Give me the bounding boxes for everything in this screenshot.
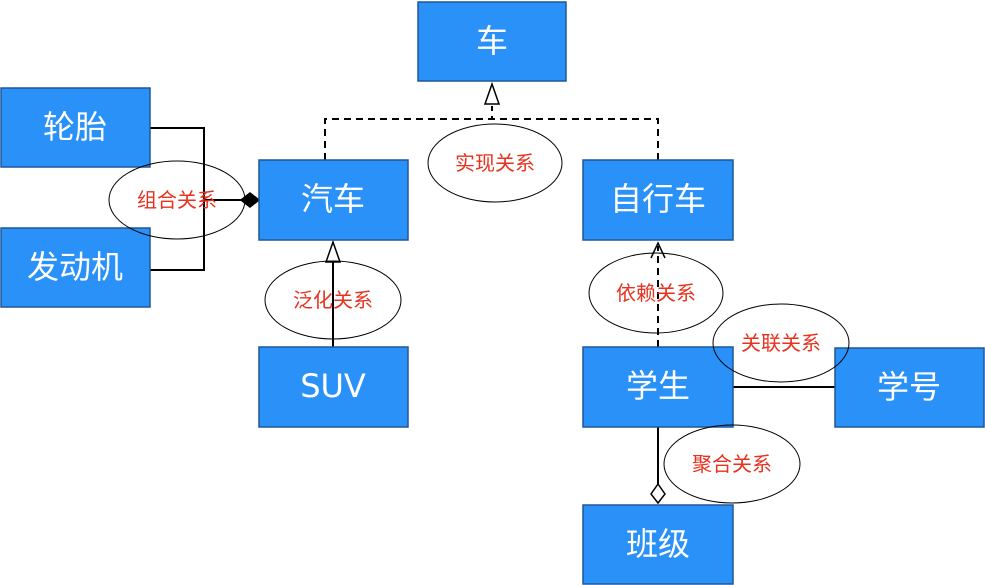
node-qiche[interactable]: 汽车 [258, 159, 409, 241]
node-che[interactable]: 车 [417, 1, 567, 82]
node-che-label: 车 [476, 22, 508, 60]
realization-arrowhead [483, 81, 501, 105]
node-zixingche[interactable]: 自行车 [582, 159, 734, 241]
composition-diamond [239, 192, 261, 208]
node-banji-label: 班级 [626, 525, 690, 563]
label-aggregation-text: 聚合关系 [692, 452, 772, 476]
node-banji[interactable]: 班级 [582, 504, 734, 585]
label-aggregation: 聚合关系 [663, 424, 801, 504]
label-generalization-text: 泛化关系 [293, 288, 373, 312]
label-realization-text: 实现关系 [455, 151, 535, 175]
node-fadongji-label: 发动机 [27, 248, 123, 286]
label-composition-text: 组合关系 [137, 188, 217, 212]
node-suv[interactable]: SUV [258, 346, 409, 428]
node-zixingche-label: 自行车 [610, 180, 706, 218]
label-association-text: 关联关系 [741, 331, 821, 355]
node-xuehao-label: 学号 [877, 368, 941, 406]
node-luntai-label: 轮胎 [43, 108, 107, 146]
label-dependency-text: 依赖关系 [616, 281, 696, 305]
aggregation-diamond [650, 482, 666, 505]
generalization-arrowhead [324, 239, 342, 263]
label-dependency: 依赖关系 [588, 252, 724, 334]
label-realization: 实现关系 [427, 123, 563, 203]
node-luntai[interactable]: 轮胎 [0, 87, 151, 168]
node-xuesheng[interactable]: 学生 [582, 346, 734, 428]
node-xuesheng-label: 学生 [626, 367, 690, 405]
label-association: 关联关系 [712, 303, 850, 383]
node-suv-label: SUV [300, 367, 366, 405]
node-fadongji[interactable]: 发动机 [0, 227, 151, 308]
node-xuehao[interactable]: 学号 [834, 347, 985, 428]
node-qiche-label: 汽车 [301, 180, 365, 218]
relationship-diagram: 车 轮胎 发动机 汽车 自行车 SUV 学生 学号 班级 实现关系 组合关系 泛… [0, 1, 985, 585]
